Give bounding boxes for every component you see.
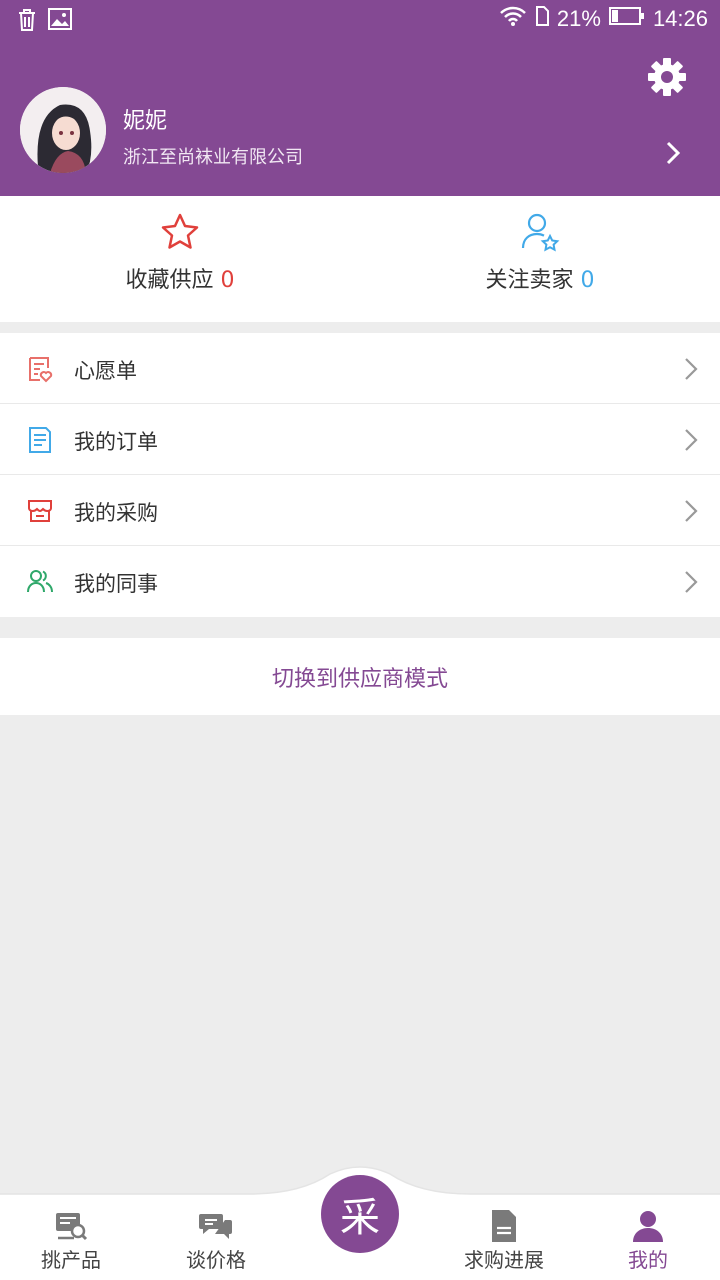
tab-negotiate-price[interactable]: 谈价格: [161, 1208, 271, 1280]
chevron-right-icon: [684, 357, 698, 381]
menu-label-orders: 我的订单: [74, 430, 158, 454]
menu-label-colleagues: 我的同事: [74, 572, 158, 596]
tab-mine[interactable]: 我的: [593, 1208, 703, 1280]
menu-item-purchases[interactable]: 我的采购: [0, 475, 720, 546]
chevron-right-icon: [684, 570, 698, 594]
colleagues-icon: [26, 568, 54, 596]
document-icon: [486, 1208, 522, 1244]
battery-percent: 21%: [556, 6, 601, 31]
menu-label-purchases: 我的采购: [74, 501, 158, 525]
wishlist-icon: [26, 355, 54, 383]
follows-label: 关注卖家: [485, 268, 574, 293]
menu-item-wishlist[interactable]: 心愿单: [0, 333, 720, 404]
chevron-right-icon: [684, 499, 698, 523]
image-icon: [48, 8, 72, 36]
avatar[interactable]: [20, 87, 106, 173]
favorites-count: 0: [220, 268, 235, 293]
profile-header: 21% 14:26 妮妮 浙江至尚袜业有限公司: [0, 0, 720, 196]
trash-icon: [16, 8, 38, 36]
chat-icon: [198, 1208, 234, 1244]
star-icon: [160, 212, 200, 252]
menu-item-orders[interactable]: 我的订单: [0, 404, 720, 475]
shop-icon: [26, 497, 54, 525]
tab-pick-products[interactable]: 挑产品: [16, 1208, 126, 1280]
tab-label-purchase-progress: 求购进展: [464, 1248, 544, 1272]
profile-name: 妮妮: [123, 109, 168, 134]
order-icon: [26, 426, 54, 454]
tab-label-mine: 我的: [628, 1248, 668, 1272]
chevron-right-icon: [684, 428, 698, 452]
chevron-right-icon[interactable]: [662, 138, 684, 168]
tab-purchase-progress[interactable]: 求购进展: [449, 1208, 559, 1280]
menu-list: 心愿单 我的订单 我的采购 我的同事: [0, 333, 720, 617]
follows-count: 0: [580, 268, 595, 293]
follows-stat[interactable]: 关注卖家 0: [360, 196, 720, 322]
favorites-stat[interactable]: 收藏供应 0: [0, 196, 360, 322]
sim-icon: [535, 6, 549, 32]
clock: 14:26: [652, 6, 708, 31]
stats-panel: 收藏供应 0 关注卖家 0: [0, 196, 720, 322]
user-star-icon: [520, 212, 560, 252]
profile-company: 浙江至尚袜业有限公司: [123, 147, 303, 168]
menu-item-colleagues[interactable]: 我的同事: [0, 546, 720, 617]
wifi-icon: [499, 6, 527, 32]
product-search-icon: [53, 1208, 89, 1244]
switch-to-supplier-button[interactable]: 切换到供应商模式: [0, 638, 720, 715]
tab-label-pick-products: 挑产品: [41, 1248, 101, 1272]
center-purchase-button[interactable]: 采: [321, 1175, 399, 1253]
favorites-label: 收藏供应: [125, 268, 214, 293]
menu-label-wishlist: 心愿单: [74, 359, 137, 383]
settings-gear-icon[interactable]: [646, 56, 688, 98]
profile-icon: [630, 1208, 666, 1244]
status-bar: 21% 14:26: [0, 0, 720, 42]
battery-icon: [608, 6, 645, 32]
tab-label-negotiate-price: 谈价格: [186, 1248, 246, 1272]
